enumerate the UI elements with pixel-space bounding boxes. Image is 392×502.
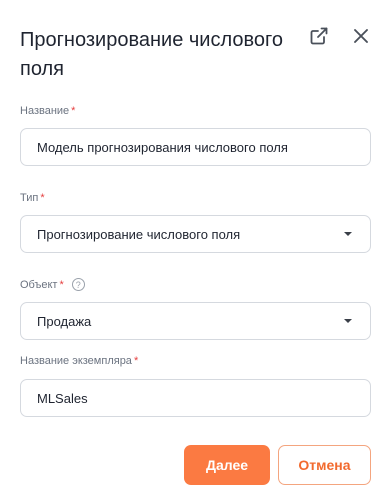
instance-name-label-text: Название экземпляра [20, 355, 132, 367]
object-select-value: Продажа [37, 313, 92, 329]
name-field-label: Название * [20, 105, 75, 117]
required-mark: * [133, 355, 139, 367]
question-icon[interactable]: ? [71, 278, 85, 291]
forecast-dialog: Прогнозирование числового поля Название *… [0, 0, 392, 502]
chevron-down-icon [344, 232, 352, 236]
close-icon[interactable] [349, 24, 373, 48]
name-input-value: Модель прогнозирования числового поля [37, 139, 288, 155]
object-field-label: Объект * ? [20, 278, 85, 291]
name-input[interactable]: Модель прогнозирования числового поля [20, 128, 371, 166]
name-label-text: Название [20, 105, 70, 117]
dialog-title: Прогнозирование числового поля [20, 29, 283, 80]
type-select[interactable]: Прогнозирование числового поля [20, 215, 371, 253]
next-button[interactable]: Далее [184, 445, 270, 485]
type-label-text: Тип [20, 192, 39, 204]
object-label-text: Объект [20, 278, 58, 291]
instance-name-input-value: MLSales [37, 390, 88, 406]
instance-name-field-label: Название экземпляра * [20, 355, 138, 367]
object-select[interactable]: Продажа [20, 302, 371, 340]
required-mark: * [71, 105, 76, 117]
open-external-icon[interactable] [307, 24, 331, 48]
chevron-down-icon [344, 319, 352, 323]
required-mark: * [59, 278, 64, 291]
type-field-label: Тип * [20, 192, 45, 204]
instance-name-input[interactable]: MLSales [20, 379, 371, 417]
cancel-button[interactable]: Отмена [278, 445, 371, 485]
required-mark: * [40, 192, 45, 204]
type-select-value: Прогнозирование числового поля [37, 226, 241, 242]
